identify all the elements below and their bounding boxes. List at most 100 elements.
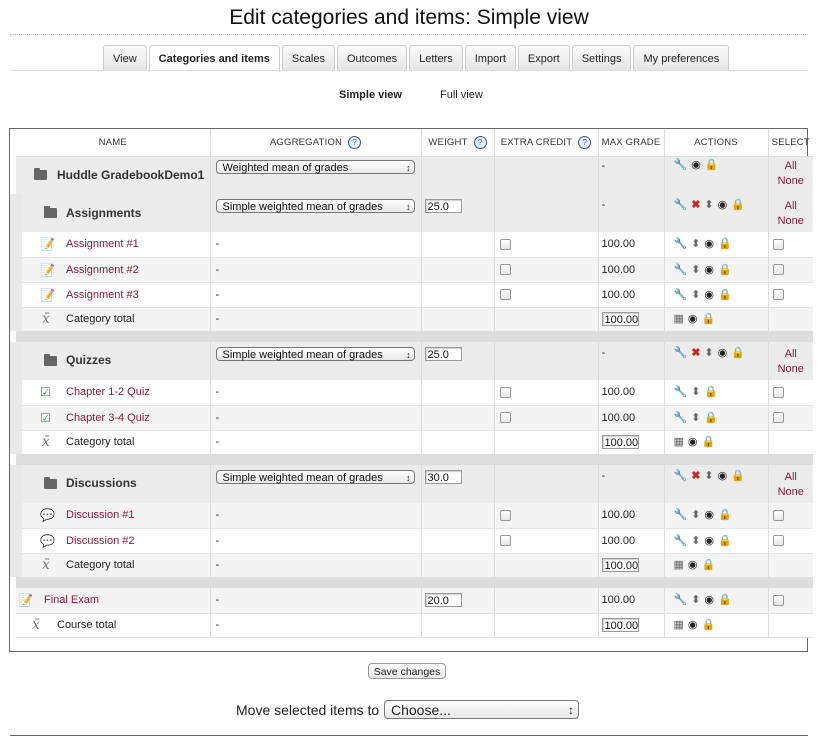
move-target-select[interactable]: Choose... [384, 700, 579, 720]
edit-icon[interactable]: 🔧 [674, 470, 688, 482]
item-link[interactable]: Discussion #1 [66, 509, 134, 521]
select-checkbox[interactable] [772, 386, 784, 398]
lock-icon[interactable]: 🔒 [718, 289, 732, 301]
lock-icon[interactable]: 🔒 [702, 619, 716, 631]
max-grade-input[interactable]: 100.00 [601, 312, 639, 327]
lock-icon[interactable]: 🔒 [718, 264, 732, 276]
weight-input[interactable]: 25.0 [424, 347, 462, 361]
extra-credit-checkbox[interactable] [499, 238, 511, 250]
tab-view[interactable]: View [103, 45, 147, 70]
aggregation-select[interactable]: Simple weighted mean of grades [215, 347, 415, 362]
max-grade-input[interactable]: 100.00 [601, 558, 639, 573]
move-icon[interactable]: ⬍ [691, 289, 700, 301]
hide-eye-icon[interactable]: ◉ [718, 470, 728, 482]
lock-icon[interactable]: 🔒 [705, 159, 719, 171]
select-none-link[interactable]: None [769, 485, 814, 500]
hide-eye-icon[interactable]: ◉ [718, 199, 728, 211]
calculator-icon[interactable]: ▦ [674, 313, 684, 325]
hide-eye-icon[interactable]: ◉ [688, 559, 698, 571]
lock-icon[interactable]: 🔒 [704, 412, 718, 424]
item-link[interactable]: Assignment #2 [66, 264, 139, 276]
select-all-link[interactable]: All [769, 199, 814, 214]
select-none-link[interactable]: None [769, 214, 814, 229]
extra-credit-checkbox[interactable] [499, 535, 511, 547]
delete-icon[interactable]: ✖ [691, 347, 700, 359]
lock-icon[interactable]: 🔒 [702, 313, 716, 325]
move-icon[interactable]: ⬍ [691, 412, 700, 424]
tab-outcomes[interactable]: Outcomes [336, 45, 408, 70]
save-changes-button[interactable]: Save changes [368, 663, 446, 679]
select-none-link[interactable]: None [769, 362, 814, 377]
select-checkbox[interactable] [772, 509, 784, 521]
calculator-icon[interactable]: ▦ [674, 436, 684, 448]
lock-icon[interactable]: 🔒 [718, 238, 732, 250]
tab-scales[interactable]: Scales [281, 45, 335, 70]
tab-import[interactable]: Import [464, 45, 516, 70]
hide-eye-icon[interactable]: ◉ [704, 509, 714, 521]
item-link[interactable]: Chapter 1-2 Quiz [66, 386, 150, 398]
move-icon[interactable]: ⬍ [704, 199, 713, 211]
subtab-full-view[interactable]: Full view [440, 89, 483, 101]
edit-icon[interactable]: 🔧 [674, 199, 688, 211]
move-icon[interactable]: ⬍ [691, 238, 700, 250]
hide-eye-icon[interactable]: ◉ [688, 436, 698, 448]
select-checkbox[interactable] [772, 289, 784, 301]
select-all-link[interactable]: All [769, 347, 814, 362]
edit-icon[interactable]: 🔧 [674, 238, 688, 250]
edit-icon[interactable]: 🔧 [674, 386, 688, 398]
extra-credit-checkbox[interactable] [499, 509, 511, 521]
move-icon[interactable]: ⬍ [691, 535, 700, 547]
move-icon[interactable]: ⬍ [691, 509, 700, 521]
calculator-icon[interactable]: ▦ [674, 559, 684, 571]
select-checkbox[interactable] [772, 264, 784, 276]
lock-icon[interactable]: 🔒 [731, 470, 745, 482]
aggregation-select[interactable]: Weighted mean of grades [215, 159, 415, 175]
weight-input[interactable]: 30.0 [424, 470, 462, 484]
select-all-link[interactable]: All [769, 470, 814, 485]
lock-icon[interactable]: 🔒 [702, 559, 716, 571]
tab-export[interactable]: Export [517, 45, 570, 70]
extra-credit-checkbox[interactable] [499, 264, 511, 276]
hide-eye-icon[interactable]: ◉ [704, 238, 714, 250]
calculator-icon[interactable]: ▦ [674, 619, 684, 631]
weight-input[interactable]: 20.0 [424, 593, 462, 608]
select-checkbox[interactable] [772, 594, 784, 606]
edit-icon[interactable]: 🔧 [674, 594, 688, 606]
lock-icon[interactable]: 🔒 [718, 594, 732, 606]
lock-icon[interactable]: 🔒 [731, 347, 745, 359]
select-checkbox[interactable] [772, 412, 784, 424]
lock-icon[interactable]: 🔒 [718, 535, 732, 547]
weight-input[interactable]: 25.0 [424, 199, 462, 213]
move-icon[interactable]: ⬍ [704, 347, 713, 359]
move-icon[interactable]: ⬍ [691, 264, 700, 276]
edit-icon[interactable]: 🔧 [674, 347, 688, 359]
edit-icon[interactable]: 🔧 [674, 159, 688, 171]
select-none-link[interactable]: None [769, 174, 814, 189]
extra-credit-checkbox[interactable] [499, 412, 511, 424]
select-checkbox[interactable] [772, 535, 784, 547]
subtab-simple-view[interactable]: Simple view [339, 89, 402, 101]
aggregation-select[interactable]: Simple weighted mean of grades [215, 470, 415, 485]
max-grade-input[interactable]: 100.00 [601, 435, 639, 450]
item-link[interactable]: Assignment #3 [66, 289, 139, 301]
tab-my-preferences[interactable]: My preferences [633, 45, 730, 70]
aggregation-select[interactable]: Simple weighted mean of grades [215, 199, 415, 214]
hide-eye-icon[interactable]: ◉ [704, 289, 714, 301]
max-grade-input[interactable]: 100.00 [601, 618, 639, 632]
item-link[interactable]: Assignment #1 [66, 238, 139, 250]
item-link[interactable]: Final Exam [44, 594, 99, 606]
item-link[interactable]: Discussion #2 [66, 535, 134, 547]
hide-eye-icon[interactable]: ◉ [704, 535, 714, 547]
delete-icon[interactable]: ✖ [691, 470, 700, 482]
edit-icon[interactable]: 🔧 [674, 412, 688, 424]
item-link[interactable]: Chapter 3-4 Quiz [66, 412, 150, 424]
hide-eye-icon[interactable]: ◉ [704, 594, 714, 606]
extra-credit-checkbox[interactable] [499, 386, 511, 398]
help-icon[interactable]: ? [578, 135, 592, 149]
lock-icon[interactable]: 🔒 [702, 436, 716, 448]
extra-credit-checkbox[interactable] [499, 289, 511, 301]
tab-settings[interactable]: Settings [571, 45, 632, 70]
select-all-link[interactable]: All [769, 159, 814, 174]
lock-icon[interactable]: 🔒 [704, 386, 718, 398]
delete-icon[interactable]: ✖ [691, 199, 700, 211]
